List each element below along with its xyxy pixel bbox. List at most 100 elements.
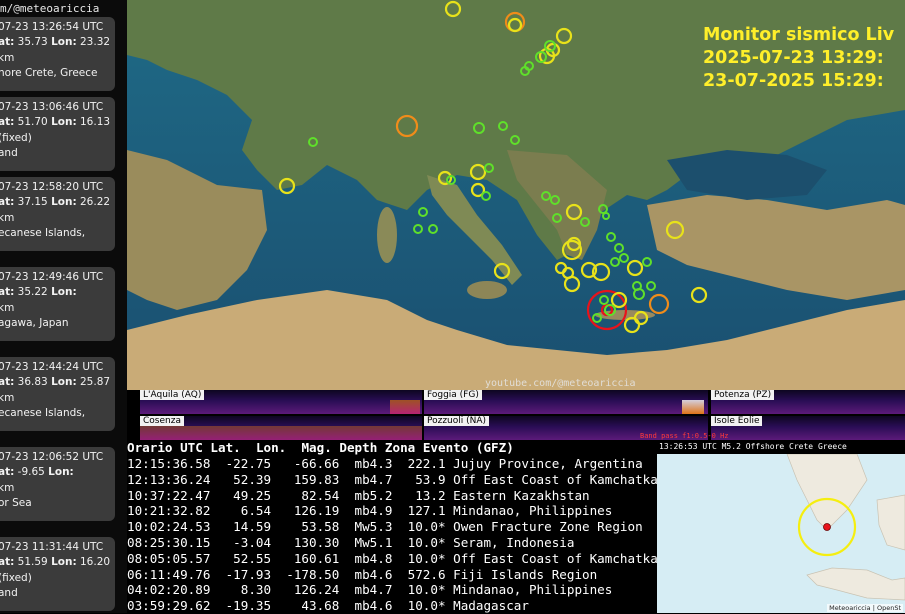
event-place: agawa, Japan: [0, 316, 69, 329]
cell-depth: 10.0*: [400, 598, 446, 614]
cell-zone: Owen Fracture Zone Region: [453, 519, 643, 535]
cell-mag: mb4.6: [346, 598, 393, 614]
event-time: 07-23 13:06:46 UTC: [0, 101, 104, 113]
event-coordinates: at: 35.73 Lon: 23.32: [0, 36, 111, 49]
cell-depth: 222.1: [400, 456, 446, 471]
cell-lat: 6.54: [218, 503, 272, 519]
event-card[interactable]: 07-23 13:06:46 UTC at: 51.70 Lon: 16.13 (f…: [0, 97, 115, 171]
event-card[interactable]: 07-23 12:58:20 UTC at: 37.15 Lon: 26.22 km…: [0, 177, 115, 251]
helicorder-label: L'Aquila (AQ): [140, 390, 205, 400]
cell-lat: 52.39: [218, 471, 272, 487]
cell-lon: 53.58: [278, 519, 340, 535]
cell-depth: 10.0*: [400, 550, 446, 566]
minimap-caption: 13:26:53 UTC M5.2 Offshore Crete Greece: [657, 440, 905, 454]
event-coordinates: at: 35.22 Lon:: [0, 286, 77, 299]
event-place: ecanese Islands,: [0, 226, 86, 239]
event-place: hore Crete, Greece: [0, 66, 98, 79]
event-sidebar: m/@meteoariccia 07-23 13:26:54 UTC at: 35…: [0, 0, 127, 613]
cell-zone: Seram, Indonesia: [453, 535, 575, 550]
table-row[interactable]: 12:13:36.24 52.39 159.83 mb4.7 53.9 Off …: [127, 472, 658, 488]
cell-depth: 53.9: [400, 471, 446, 487]
event-time: 07-23 13:26:54 UTC: [0, 21, 104, 33]
event-card[interactable]: 07-23 12:44:24 UTC at: 36.83 Lon: 25.87 km…: [0, 357, 115, 431]
cell-depth: 13.2: [400, 487, 446, 503]
cell-zone: Mindanao, Philippines: [453, 582, 613, 598]
event-card[interactable]: 07-23 12:49:46 UTC at: 35.22 Lon: km agawa…: [0, 267, 115, 341]
helicorder-foggia: Foggia (FG): [424, 390, 708, 414]
event-place: and: [0, 146, 18, 159]
monitor-title-block: Monitor sismico Liv 2025-07-23 13:29: 23…: [703, 24, 894, 93]
map-attribution[interactable]: Meteoariccia | OpenSt: [827, 604, 903, 612]
cell-mag: Mw5.1: [346, 535, 393, 550]
table-row[interactable]: 08:25:30.15 -3.04 130.30 Mw5.1 10.0* Ser…: [127, 535, 574, 551]
event-card[interactable]: 07-23 11:31:44 UTC at: 51.59 Lon: 16.20 (f…: [0, 537, 115, 611]
cell-lon: 43.68: [278, 598, 340, 614]
event-depth: km: [0, 211, 15, 224]
cell-time: 08:05:05.57: [127, 550, 211, 566]
table-row[interactable]: 06:11:49.76 -17.93 -178.50 mb4.6 572.6 F…: [127, 567, 597, 583]
event-time: 07-23 12:44:24 UTC: [0, 361, 104, 373]
epicenter-minimap[interactable]: 13:26:53 UTC M5.2 Offshore Crete Greece …: [657, 440, 905, 613]
channel-watermark: youtube.com/@meteoariccia: [485, 378, 636, 389]
col-lon-header: Lon.: [255, 440, 287, 455]
event-coordinates: at: -9.65 Lon:: [0, 466, 74, 479]
helicorder-label: Potenza (PZ): [711, 390, 775, 400]
earthquake-table: Orario UTC Lat. Lon. Mag. Depth Zona Eve…: [127, 440, 658, 614]
cell-time: 12:15:36.58: [127, 456, 211, 471]
col-time-header: Orario UTC: [127, 440, 203, 455]
event-coordinates: at: 51.59 Lon: 16.20: [0, 556, 111, 569]
event-card[interactable]: 07-23 13:26:54 UTC at: 35.73 Lon: 23.32 km…: [0, 17, 115, 91]
event-card[interactable]: 07-23 12:06:52 UTC at: -9.65 Lon: km or Se…: [0, 447, 115, 521]
helicorder-laquila: L'Aquila (AQ): [140, 390, 422, 414]
cell-lat: 8.30: [218, 582, 272, 598]
sidebar-header: m/@meteoariccia: [0, 2, 100, 15]
cell-time: 10:02:24.53: [127, 519, 211, 535]
cell-zone: Eastern Kazakhstan: [453, 487, 590, 503]
minimap-image: [657, 440, 905, 613]
event-depth: (fixed): [0, 131, 32, 144]
event-time: 07-23 12:49:46 UTC: [0, 271, 104, 283]
cell-lon: 82.54: [278, 487, 340, 503]
event-place: and: [0, 586, 18, 599]
cell-zone: Mindanao, Philippines: [453, 503, 613, 519]
cell-time: 10:21:32.82: [127, 503, 211, 519]
bandpass-caption: Band pass f1:0.5-0 Hz: [640, 432, 729, 440]
cell-mag: mb4.7: [346, 582, 393, 598]
cell-lon: 130.30: [278, 535, 340, 550]
cell-time: 12:13:36.24: [127, 471, 211, 487]
cell-lat: -19.35: [218, 598, 272, 614]
table-row[interactable]: 04:02:20.89 8.30 126.24 mb4.7 10.0* Mind…: [127, 582, 612, 598]
cell-time: 06:11:49.76: [127, 566, 211, 582]
event-coordinates: at: 37.15 Lon: 26.22: [0, 196, 111, 209]
table-row[interactable]: 10:37:22.47 49.25 82.54 mb5.2 13.2 Easte…: [127, 488, 590, 504]
event-depth: (fixed): [0, 571, 32, 584]
cell-mag: mb5.2: [346, 487, 393, 503]
event-place: or Sea: [0, 496, 32, 509]
cell-mag: mb4.3: [346, 456, 393, 471]
helicorder-cosenza: Cosenza: [140, 416, 422, 440]
table-row[interactable]: 12:15:36.58 -22.75 -66.66 mb4.3 222.1 Ju…: [127, 456, 643, 472]
cell-time: 08:25:30.15: [127, 535, 211, 550]
col-depth-header: Depth: [339, 440, 378, 455]
monitor-local-datetime: 23-07-2025 15:29:: [703, 71, 884, 91]
helicorder-potenza: Potenza (PZ): [711, 390, 905, 414]
cell-lon: -178.50: [278, 566, 340, 582]
event-coordinates: at: 36.83 Lon: 25.87: [0, 376, 111, 389]
cell-lat: -17.93: [218, 566, 272, 582]
event-depth: km: [0, 51, 15, 64]
helicorder-label: Foggia (FG): [424, 390, 482, 400]
event-place: ecanese Islands,: [0, 406, 86, 419]
cell-depth: 127.1: [400, 503, 446, 519]
event-time: 07-23 11:31:44 UTC: [0, 541, 104, 553]
table-row[interactable]: 10:21:32.82 6.54 126.19 mb4.9 127.1 Mind…: [127, 503, 612, 519]
table-row[interactable]: 03:59:29.62 -19.35 43.68 mb4.6 10.0* Mad…: [127, 598, 529, 614]
cell-time: 03:59:29.62: [127, 598, 211, 614]
event-time: 07-23 12:58:20 UTC: [0, 181, 104, 193]
cell-mag: Mw5.3: [346, 519, 393, 535]
cell-lat: -22.75: [218, 456, 272, 471]
helicorder-label: Isole Eolie: [711, 416, 763, 426]
cell-mag: mb4.8: [346, 550, 393, 566]
table-row[interactable]: 08:05:05.57 52.55 160.61 mb4.8 10.0* Off…: [127, 551, 658, 567]
table-row[interactable]: 10:02:24.53 14.59 53.58 Mw5.3 10.0* Owen…: [127, 519, 643, 535]
helicorder-label: Cosenza: [140, 416, 184, 426]
